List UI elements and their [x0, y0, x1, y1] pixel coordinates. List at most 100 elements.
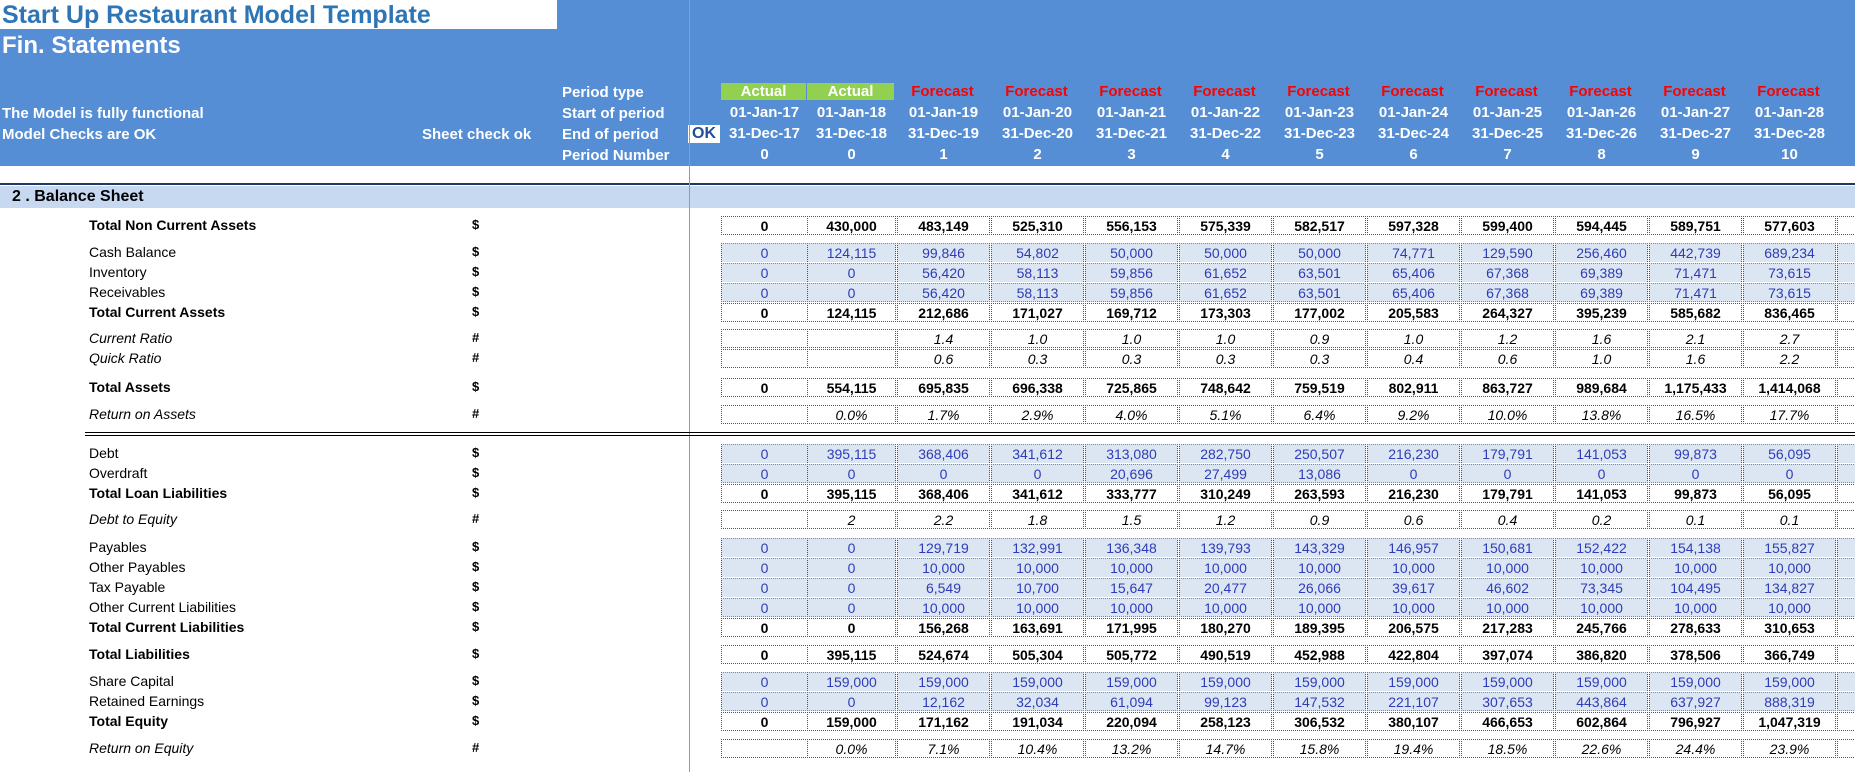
- table-cell: 221,107: [1367, 692, 1460, 711]
- table-cell: 10,000: [1649, 558, 1742, 577]
- table-cell: 156,268: [897, 618, 990, 637]
- table-cell: 10,000: [991, 558, 1084, 577]
- period-type-cell: Forecast: [911, 83, 974, 100]
- table-cell: 147,532: [1273, 692, 1366, 711]
- table-cell: 67,368: [1461, 283, 1554, 302]
- table-cell: 124,115: [807, 303, 896, 322]
- period-type-cell: F: [1837, 83, 1855, 100]
- period-number-cell: 1: [1837, 146, 1855, 164]
- start-date-cell: 01-Jan-17: [729, 104, 800, 121]
- table-cell: 0: [721, 645, 808, 664]
- table-cell: 585,682: [1649, 303, 1742, 322]
- table-cell: 637,927: [1649, 692, 1742, 711]
- table-cell: 74,771: [1367, 243, 1460, 262]
- table-cell: 1.0: [991, 329, 1084, 348]
- row-unit: $: [472, 379, 480, 394]
- table-cell: 73,615: [1743, 263, 1836, 282]
- table-cell: 0.3: [991, 349, 1084, 368]
- section-title: 2 . Balance Sheet: [12, 188, 144, 205]
- table-cell: 525,310: [991, 216, 1084, 235]
- table-cell: 1: [1837, 692, 1855, 711]
- table-cell: 0: [807, 598, 896, 617]
- table-cell: 594,445: [1555, 216, 1648, 235]
- table-cell: 307,653: [1461, 692, 1554, 711]
- table-cell: 191,034: [991, 712, 1084, 731]
- table-cell: 1.4: [897, 329, 990, 348]
- table-cell: 1.7%: [897, 405, 990, 424]
- table-cell: 50,000: [1179, 243, 1272, 262]
- table-cell: 0.2: [1555, 510, 1648, 529]
- table-cell: 696,338: [991, 378, 1084, 397]
- table-cell: [1837, 538, 1855, 557]
- table-cell: [1837, 645, 1855, 664]
- table-cell: 65,406: [1367, 263, 1460, 282]
- table-cell: 2.7: [1743, 329, 1836, 348]
- table-cell: 466,653: [1461, 712, 1554, 731]
- table-cell: 71,471: [1649, 283, 1742, 302]
- table-cell: 0: [1743, 464, 1836, 483]
- table-cell: 99,846: [897, 243, 990, 262]
- table-cell: 136,348: [1085, 538, 1178, 557]
- table-cell: 1.0: [1555, 349, 1648, 368]
- table-cell: 0: [721, 283, 808, 302]
- table-cell: 0.4: [1461, 510, 1554, 529]
- table-cell: 99,873: [1649, 444, 1742, 463]
- period-type-cell: Forecast: [1475, 83, 1538, 100]
- table-cell: 132,991: [991, 538, 1084, 557]
- row-unit: $: [472, 673, 480, 688]
- table-cell: 63,501: [1273, 263, 1366, 282]
- table-cell: 6.4%: [1273, 405, 1366, 424]
- table-cell: 490,519: [1179, 645, 1272, 664]
- table-cell: 395,115: [807, 444, 896, 463]
- table-cell: 422,804: [1367, 645, 1460, 664]
- end-date-cell: 31-Dec-28: [1754, 125, 1825, 142]
- end-date-cell: 31-Dec-27: [1660, 125, 1731, 142]
- table-cell: [1837, 405, 1855, 424]
- model-status: The Model is fully functional: [2, 105, 204, 122]
- table-cell: 306,532: [1273, 712, 1366, 731]
- table-cell: 380,107: [1367, 712, 1460, 731]
- table-cell: 4.0%: [1085, 405, 1178, 424]
- table-cell: 50,000: [1273, 243, 1366, 262]
- table-cell: 15.8%: [1273, 739, 1366, 758]
- row-unit: $: [472, 559, 480, 574]
- period-type-cell: Forecast: [1663, 83, 1726, 100]
- table-cell: [1837, 444, 1855, 463]
- row-label: Other Payables: [89, 559, 186, 575]
- table-cell: 695,835: [897, 378, 990, 397]
- table-cell: 759,519: [1273, 378, 1366, 397]
- table-cell: 205,583: [1367, 303, 1460, 322]
- table-cell: 256,460: [1555, 243, 1648, 262]
- table-cell: 0: [1649, 464, 1742, 483]
- table-cell: 1: [1837, 243, 1855, 262]
- period-number-cell: 10: [1781, 146, 1798, 163]
- table-cell: 10,000: [1743, 558, 1836, 577]
- table-cell: 99,123: [1179, 692, 1272, 711]
- table-cell: 0: [721, 598, 808, 617]
- table-cell: 599,400: [1461, 216, 1554, 235]
- table-cell: 577,603: [1743, 216, 1836, 235]
- end-date-cell: 3: [1837, 125, 1855, 143]
- table-cell: 0: [721, 444, 808, 463]
- row-unit: $: [472, 244, 480, 259]
- table-cell: 58,113: [991, 263, 1084, 282]
- start-date-cell: 01-Jan-18: [816, 104, 887, 121]
- row-unit: #: [472, 350, 480, 365]
- table-cell: 10,000: [1179, 558, 1272, 577]
- table-cell: 1,047,319: [1743, 712, 1836, 731]
- table-cell: 395,115: [807, 645, 896, 664]
- table-cell: 0: [807, 692, 896, 711]
- end-date-cell: 31-Dec-23: [1284, 125, 1355, 142]
- table-cell: 0.1: [1649, 510, 1742, 529]
- row-label: Total Loan Liabilities: [89, 485, 228, 501]
- table-cell: 216,230: [1367, 484, 1460, 503]
- start-date-cell: 01-Jan-19: [908, 104, 979, 121]
- table-cell: 10,000: [1555, 558, 1648, 577]
- table-cell: 216,230: [1367, 444, 1460, 463]
- table-cell: 139,793: [1179, 538, 1272, 557]
- period-number-cell: 8: [1597, 146, 1606, 163]
- table-cell: 0: [1461, 464, 1554, 483]
- table-cell: 748,642: [1179, 378, 1272, 397]
- table-cell: 20,696: [1085, 464, 1178, 483]
- table-cell: [1837, 672, 1855, 691]
